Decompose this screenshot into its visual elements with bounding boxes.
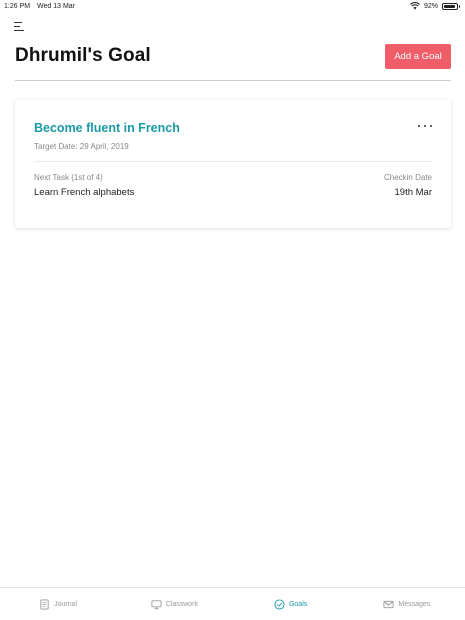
page-title: Dhrumil's Goal	[15, 45, 151, 66]
next-task-label: Next Task (1st of 4)	[34, 173, 103, 182]
goals-icon	[274, 598, 285, 610]
tab-goals[interactable]: Goals	[233, 588, 349, 620]
status-time: 1:26 PM	[4, 3, 31, 10]
tab-bar: Journal Classwork Goals Messages	[0, 588, 465, 620]
status-bar: 1:26 PM Wed 13 Mar 92%	[0, 0, 465, 14]
tab-label: Messages	[398, 600, 431, 608]
more-options-icon[interactable]	[418, 122, 432, 130]
tab-label: Goals	[288, 600, 308, 608]
goal-target-date: Target Date: 29 April, 2019	[34, 142, 129, 151]
tab-classwork[interactable]: Classwork	[116, 588, 232, 620]
messages-icon	[383, 600, 394, 608]
header-divider	[15, 80, 451, 81]
goal-card[interactable]: Become fluent in French Target Date: 29 …	[15, 100, 451, 228]
checkin-date: 19th Mar	[394, 187, 433, 198]
tab-label: Classwork	[165, 600, 199, 608]
tab-label: Journal	[54, 600, 78, 608]
goal-title[interactable]: Become fluent in French	[34, 121, 180, 135]
tab-messages[interactable]: Messages	[349, 588, 465, 620]
add-goal-button[interactable]: Add a Goal	[385, 44, 451, 69]
card-divider	[34, 161, 432, 162]
wifi-icon	[409, 2, 420, 10]
tab-journal[interactable]: Journal	[0, 588, 116, 620]
journal-icon	[40, 598, 49, 610]
checkin-label: Checkin Date	[383, 173, 432, 182]
battery-level	[444, 4, 455, 8]
menu-icon[interactable]	[14, 22, 26, 32]
battery-percent: 92%	[423, 2, 438, 10]
classwork-icon	[151, 599, 162, 609]
status-date: Wed 13 Mar	[37, 3, 75, 10]
next-task-value: Learn French alphabets	[34, 187, 135, 198]
battery-icon	[442, 2, 460, 10]
status-indicators: 92%	[409, 2, 460, 10]
